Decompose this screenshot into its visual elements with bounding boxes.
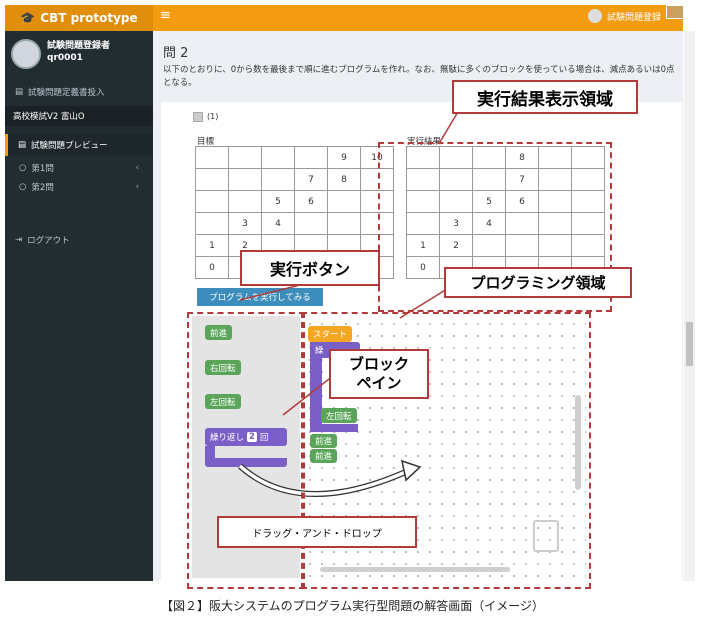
block-pane-callout: ブロック ペイン [329,349,429,399]
drag-drop-callout: ドラッグ・アンド・ドロップ [217,516,417,548]
programming-area-callout: プログラミング領域 [444,267,632,298]
figure-caption: 【図２】阪大システムのプログラム実行型問題の解答画面（イメージ） [160,599,545,613]
result-area-callout: 実行結果表示領域 [452,80,638,114]
run-button-callout: 実行ボタン [240,250,380,286]
